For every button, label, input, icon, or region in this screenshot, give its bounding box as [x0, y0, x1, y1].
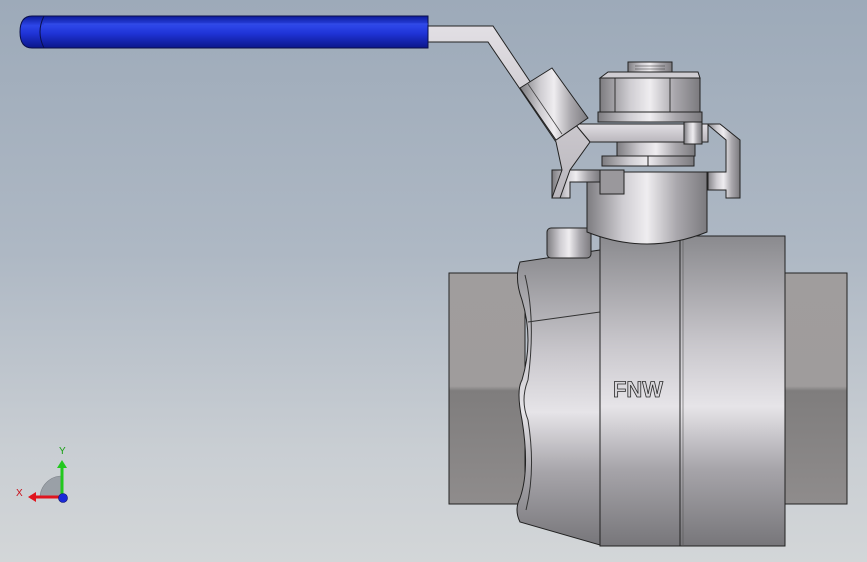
ball-valve-model[interactable]: FNW X Y	[0, 0, 867, 562]
triad-y-label: Y	[59, 446, 66, 457]
lever-plate[interactable]	[573, 121, 709, 145]
coordinate-triad-icon: X Y	[16, 446, 68, 503]
handle-grip[interactable]	[19, 15, 429, 49]
stem-nut[interactable]	[597, 61, 703, 123]
cad-viewport[interactable]: FNW X Y	[0, 0, 867, 562]
model-marking: FNW	[613, 377, 663, 402]
right-end-connector[interactable]	[782, 272, 848, 505]
left-end-connector[interactable]	[448, 272, 526, 505]
stop-lug	[546, 227, 592, 259]
stem-washers	[601, 141, 696, 167]
valve-body-nut[interactable]	[516, 249, 601, 546]
triad-x-label: X	[16, 488, 23, 499]
